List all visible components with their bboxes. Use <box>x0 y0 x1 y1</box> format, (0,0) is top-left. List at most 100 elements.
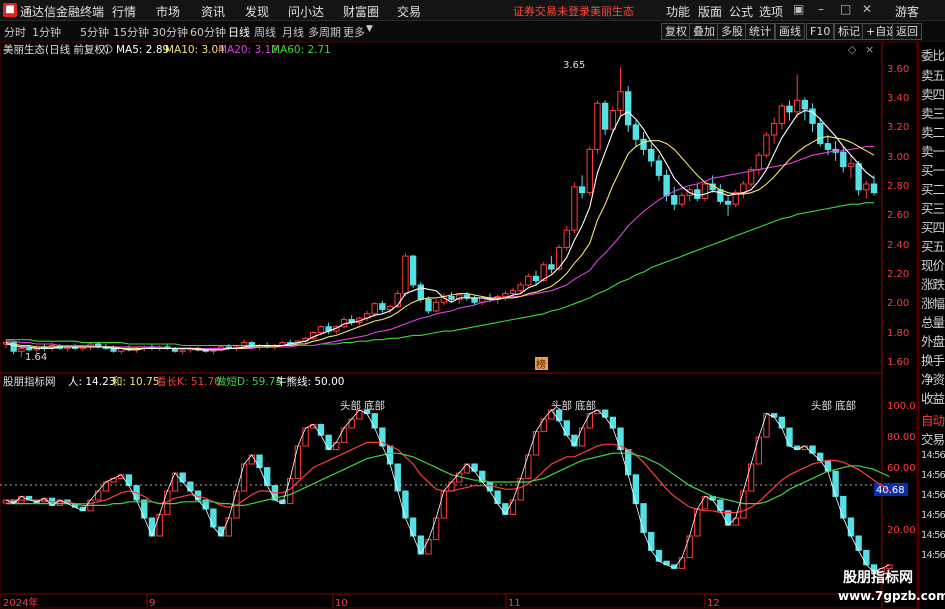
menu-news[interactable]: 资讯 <box>201 3 225 20</box>
candle-body <box>755 154 762 171</box>
osc-bar <box>747 463 755 492</box>
osc-bar <box>141 499 148 519</box>
candle-body <box>402 255 409 295</box>
rc-change[interactable]: 涨跌 <box>921 274 945 293</box>
date-label-oct: 10 <box>335 598 348 609</box>
rc-auto-trade[interactable]: 自动 <box>921 410 945 429</box>
statistics-button[interactable]: 统计 <box>745 23 775 40</box>
rc-bid3[interactable]: 买三 <box>921 198 945 217</box>
current-value-label: 40.68 <box>876 485 905 496</box>
time-tick: 14:56 <box>921 530 945 541</box>
osc-bar <box>586 413 593 429</box>
menu-bar: ■ 通达信金融终端 行情 市场 资讯 发现 问小达 财富圈 交易 证券交易未登录… <box>0 0 945 21</box>
rc-volume[interactable]: 总量 <box>921 312 945 331</box>
ma10-label: MA10: 3.04 <box>165 44 225 56</box>
minimize-icon[interactable]: – <box>818 2 824 16</box>
menu-discover[interactable]: 发现 <box>245 3 269 20</box>
stock-name-link[interactable]: 美丽生态 <box>590 3 634 19</box>
rc-net-assets[interactable]: 净资 <box>921 369 945 388</box>
rc-trade[interactable]: 交易 <box>921 429 945 448</box>
mark-button[interactable]: 标记 <box>834 23 864 40</box>
rc-outer-volume[interactable]: 外盘 <box>921 331 945 350</box>
period-daily[interactable]: 日线 <box>228 24 250 40</box>
period-1min[interactable]: 1分钟 <box>32 24 61 40</box>
rc-last-price[interactable]: 现价 <box>921 255 945 274</box>
rc-earnings[interactable]: 收益 <box>921 388 945 407</box>
osc-bar <box>701 495 709 510</box>
candle-body <box>770 122 778 136</box>
rc-order-ratio[interactable]: 委比 <box>921 45 945 64</box>
osc-bar <box>717 499 724 512</box>
rc-ask2[interactable]: 卖二 <box>921 122 945 141</box>
period-timeshare[interactable]: 分时 <box>4 24 26 40</box>
overlay-button[interactable]: 叠加 <box>689 23 719 40</box>
close-panel-icon[interactable]: × <box>865 43 874 56</box>
period-5min[interactable]: 5分钟 <box>80 24 109 40</box>
rc-bid2[interactable]: 买二 <box>921 179 945 198</box>
f10-button[interactable]: F10 <box>806 23 835 40</box>
rc-bid4[interactable]: 买四 <box>921 217 945 236</box>
rc-ask1[interactable]: 卖一 <box>921 141 945 160</box>
osc-bar <box>540 418 547 433</box>
osc-bar <box>847 517 855 537</box>
osc-bar <box>248 454 255 465</box>
menu-market[interactable]: 市场 <box>156 3 180 20</box>
period-monthly[interactable]: 月线 <box>282 24 304 40</box>
osc-bar <box>755 436 762 465</box>
period-more[interactable]: 更多 <box>343 24 365 40</box>
candle-body <box>471 297 478 303</box>
rc-ask4[interactable]: 卖四 <box>921 84 945 103</box>
time-tick: 14:56 <box>921 550 945 561</box>
period-30min[interactable]: 30分钟 <box>152 24 188 40</box>
candle-body <box>648 148 655 162</box>
osc-bar <box>832 470 839 497</box>
osc-bar <box>778 416 786 429</box>
menu-formula[interactable]: 公式 <box>729 3 753 20</box>
pattern-bottom: 底部 <box>835 399 856 412</box>
adjust-button[interactable]: 复权 <box>661 23 691 40</box>
ma20-label: MA20: 3.12 <box>218 44 278 56</box>
menu-ask[interactable]: 问小达 <box>288 3 324 20</box>
candle-body <box>663 174 670 197</box>
back-button[interactable]: 返回 <box>892 23 922 40</box>
osc-bar <box>640 503 647 533</box>
rc-bid5[interactable]: 买五 <box>921 236 945 255</box>
rc-bid1[interactable]: 买一 <box>921 160 945 179</box>
osc-bar <box>732 517 739 526</box>
rc-ask5[interactable]: 卖五 <box>921 65 945 84</box>
osc-bar <box>102 481 110 492</box>
period-weekly[interactable]: 周线 <box>254 24 276 40</box>
osc-bar <box>425 539 432 555</box>
candle-body <box>379 303 386 310</box>
menu-functions[interactable]: 功能 <box>666 3 690 20</box>
multi-stock-button[interactable]: 多股 <box>717 23 747 40</box>
menu-options[interactable]: 选项 <box>759 3 783 20</box>
kline-chart[interactable]: 美丽生态(日线 前复权) MA5: 2.89 MA10: 3.04 MA20: … <box>0 42 918 609</box>
expand-icon[interactable]: ◇ <box>848 43 857 56</box>
candle-body <box>25 347 33 351</box>
sub-indicator-bullbear: 牛熊线: 50.00 <box>276 375 344 388</box>
menu-trade[interactable]: 交易 <box>397 3 421 20</box>
menu-community[interactable]: 财富圈 <box>343 3 379 20</box>
osc-bar <box>502 503 509 515</box>
time-tick: 14:56 <box>921 470 945 481</box>
login-status[interactable]: 证券交易未登录 <box>513 3 590 19</box>
period-15min[interactable]: 15分钟 <box>113 24 149 40</box>
maximize-icon[interactable]: □ <box>840 2 851 16</box>
close-icon[interactable]: ✕ <box>862 2 872 16</box>
menu-layout[interactable]: 版面 <box>698 3 722 20</box>
user-guest[interactable]: 游客 <box>895 3 919 20</box>
rc-ask3[interactable]: 卖三 <box>921 103 945 122</box>
osc-bar <box>156 513 163 537</box>
chevron-down-icon[interactable]: ▼ <box>366 24 373 34</box>
skin-icon[interactable]: ▣ <box>793 2 804 16</box>
candle-body <box>701 183 709 199</box>
rc-change-pct[interactable]: 涨幅 <box>921 293 945 312</box>
menu-quotes[interactable]: 行情 <box>112 3 136 20</box>
time-tick: 14:56 <box>921 490 945 501</box>
draw-line-button[interactable]: 画线 <box>775 23 805 40</box>
rc-turnover[interactable]: 换手 <box>921 350 945 369</box>
period-multi[interactable]: 多周期 <box>308 24 341 40</box>
osc-bar <box>509 499 517 515</box>
period-60min[interactable]: 60分钟 <box>190 24 226 40</box>
